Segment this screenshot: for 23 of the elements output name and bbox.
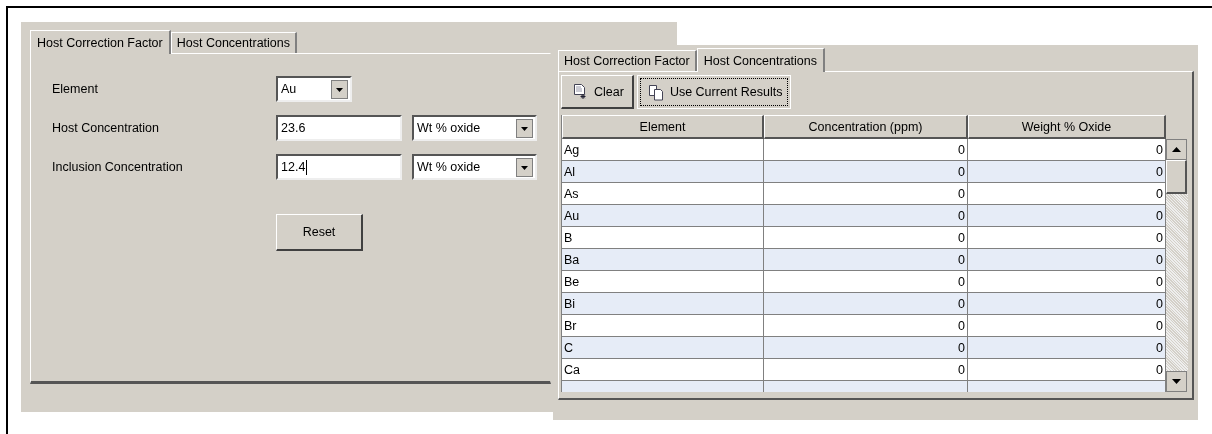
tab[interactable]: Host Correction Factor xyxy=(558,50,697,71)
tab[interactable]: Host Concentrations xyxy=(696,48,825,72)
copy-icon xyxy=(647,83,664,101)
scroll-down-icon[interactable] xyxy=(1166,371,1187,392)
field-label: Host Concentration xyxy=(52,121,160,135)
toolbar-button[interactable]: Use Current Results xyxy=(636,75,792,109)
page-star-icon xyxy=(572,83,588,100)
unit-dropdown[interactable]: Wt % oxide xyxy=(412,154,537,180)
input-field[interactable]: 12.4 xyxy=(276,154,402,180)
input-field[interactable]: 23.6 xyxy=(276,115,402,141)
column-header[interactable]: Weight % Oxide xyxy=(968,115,1166,139)
scroll-up-icon[interactable] xyxy=(1166,139,1187,160)
reset-button[interactable]: Reset xyxy=(276,214,363,251)
unit-dropdown[interactable]: Wt % oxide xyxy=(412,115,537,141)
scroll-thumb[interactable] xyxy=(1166,160,1187,194)
tab[interactable]: Host Concentrations xyxy=(170,32,297,53)
field-label: Inclusion Concentration xyxy=(52,160,184,174)
column-header[interactable]: Concentration (ppm) xyxy=(764,115,968,139)
toolbar-button[interactable]: Clear xyxy=(561,75,634,109)
tab[interactable]: Host Correction Factor xyxy=(30,30,171,54)
column-header[interactable]: Element xyxy=(562,115,764,139)
element-dropdown[interactable]: Au xyxy=(276,76,352,102)
field-label: Element xyxy=(52,82,99,96)
